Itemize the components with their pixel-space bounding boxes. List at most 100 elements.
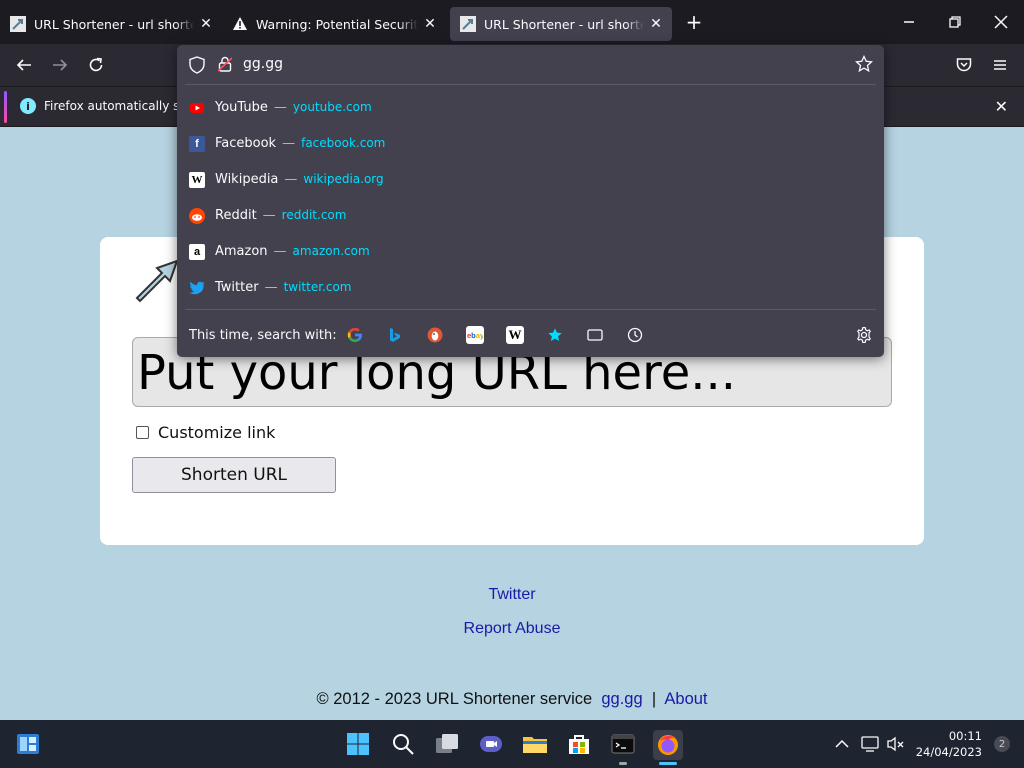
clock-time: 00:11	[948, 729, 982, 743]
suggestion-name: Reddit	[215, 208, 257, 223]
suggestion-wikipedia[interactable]: W Wikipedia — wikipedia.org	[177, 162, 884, 198]
tab-title: URL Shortener - url shortening s	[484, 16, 644, 32]
tab-strip: URL Shortener - url shortening s ✕ Warni…	[0, 0, 1024, 44]
start-button[interactable]	[344, 730, 372, 758]
suggestion-separator: —	[273, 100, 287, 115]
tab-security-warning[interactable]: Warning: Potential Security Risk ✕	[222, 7, 446, 41]
notification-count-badge[interactable]: 2	[994, 736, 1010, 752]
menu-button[interactable]	[985, 50, 1015, 80]
back-arrow-icon	[16, 59, 31, 71]
microsoft-store-button[interactable]	[565, 730, 593, 758]
insecure-lock-icon[interactable]	[218, 56, 232, 72]
tracking-protection-shield-icon[interactable]	[189, 56, 205, 74]
windows-logo-icon	[347, 733, 369, 755]
reddit-icon	[189, 208, 205, 224]
suggestion-separator: —	[284, 172, 298, 187]
task-view-button[interactable]	[433, 730, 461, 758]
suggestion-url: wikipedia.org	[303, 172, 384, 186]
close-window-button[interactable]	[978, 0, 1024, 44]
ebay-icon[interactable]: ebay	[466, 326, 484, 344]
pocket-button[interactable]	[949, 50, 979, 80]
minimize-icon	[904, 21, 914, 23]
suggestion-separator: —	[273, 244, 287, 259]
system-clock[interactable]: 00:11 24/04/2023	[916, 728, 982, 760]
pocket-icon	[956, 58, 972, 72]
arrow-logo-icon	[135, 259, 179, 303]
close-tab-icon[interactable]: ✕	[198, 16, 214, 32]
restore-icon	[949, 16, 961, 28]
customize-link-checkbox[interactable]	[136, 426, 149, 439]
customize-link-label: Customize link	[158, 423, 276, 442]
speaker-muted-icon	[887, 736, 904, 752]
google-icon[interactable]	[346, 326, 364, 344]
widgets-button[interactable]	[14, 730, 42, 758]
notification-text: Firefox automatically sen	[44, 99, 195, 113]
report-abuse-link[interactable]: Report Abuse	[0, 620, 1024, 638]
minimize-button[interactable]	[886, 0, 932, 44]
url-input[interactable]: gg.gg	[243, 56, 283, 72]
suggestion-name: Twitter	[215, 280, 259, 295]
tab-title: URL Shortener - url shortening s	[34, 16, 194, 32]
tabs-icon[interactable]	[586, 326, 604, 344]
terminal-button[interactable]	[609, 730, 637, 758]
hamburger-menu-icon	[994, 60, 1006, 70]
back-button[interactable]	[9, 50, 39, 80]
url-shortener-favicon	[460, 16, 476, 32]
terminal-icon	[611, 734, 635, 754]
close-notification-icon[interactable]: ✕	[995, 97, 1008, 116]
twitter-icon	[189, 280, 205, 296]
forward-button[interactable]	[45, 50, 75, 80]
new-tab-button[interactable]: +	[680, 8, 708, 36]
suggestion-facebook[interactable]: f Facebook — facebook.com	[177, 126, 884, 162]
history-icon[interactable]	[626, 326, 644, 344]
footer-separator: |	[651, 690, 657, 708]
suggestion-url: amazon.com	[292, 244, 370, 258]
url-bar-dropdown: gg.gg YouTube — youtube.com f Facebook — fac…	[177, 45, 884, 357]
teams-chat-button[interactable]	[477, 730, 505, 758]
firefox-taskbar-button[interactable]	[653, 730, 683, 760]
about-link[interactable]: About	[664, 690, 707, 708]
display-settings-button[interactable]	[860, 734, 880, 754]
suggestion-separator: —	[264, 280, 278, 295]
wikipedia-icon: W	[189, 172, 205, 188]
suggestion-separator: —	[262, 208, 276, 223]
wikipedia-icon[interactable]: W	[506, 326, 524, 344]
notification-accent	[4, 91, 7, 123]
tab-url-shortener-1[interactable]: URL Shortener - url shortening s ✕	[0, 7, 222, 41]
duckduckgo-icon[interactable]	[426, 326, 444, 344]
customize-link-option[interactable]: Customize link	[136, 423, 275, 442]
bookmark-star-icon[interactable]	[855, 55, 873, 73]
warning-icon	[233, 17, 247, 30]
folder-icon	[523, 737, 547, 753]
volume-button[interactable]	[886, 734, 906, 754]
close-tab-icon[interactable]: ✕	[648, 16, 664, 32]
restore-button[interactable]	[932, 0, 978, 44]
monitor-icon	[861, 736, 879, 752]
twitter-link[interactable]: Twitter	[0, 586, 1024, 604]
domain-link[interactable]: gg.gg	[601, 690, 642, 708]
copyright-text: © 2012 - 2023 URL Shortener service	[316, 690, 593, 708]
tab-url-shortener-active[interactable]: URL Shortener - url shortening s ✕	[450, 7, 672, 41]
file-explorer-button[interactable]	[521, 730, 549, 758]
suggestion-youtube[interactable]: YouTube — youtube.com	[177, 90, 884, 126]
footer: © 2012 - 2023 URL Shortener service gg.g…	[0, 690, 1024, 709]
bookmarks-icon[interactable]	[546, 326, 564, 344]
suggestion-amazon[interactable]: a Amazon — amazon.com	[177, 234, 884, 270]
info-icon: i	[20, 98, 36, 114]
search-button[interactable]	[389, 730, 417, 758]
shorten-url-button[interactable]: Shorten URL	[132, 457, 336, 493]
search-with-label: This time, search with:	[189, 328, 337, 343]
reload-button[interactable]	[81, 50, 111, 80]
suggestion-twitter[interactable]: Twitter — twitter.com	[177, 270, 884, 306]
suggestion-separator: —	[282, 136, 296, 151]
show-hidden-icons-button[interactable]	[832, 734, 852, 754]
firefox-icon	[658, 735, 678, 755]
url-shortener-favicon	[10, 16, 26, 32]
search-settings-gear-icon[interactable]	[855, 326, 873, 344]
suggestion-name: YouTube	[215, 100, 268, 115]
url-bar[interactable]: gg.gg	[177, 45, 884, 85]
suggestion-reddit[interactable]: Reddit — reddit.com	[177, 198, 884, 234]
close-tab-icon[interactable]: ✕	[422, 16, 438, 32]
bing-icon[interactable]	[386, 326, 404, 344]
facebook-icon: f	[189, 136, 205, 152]
